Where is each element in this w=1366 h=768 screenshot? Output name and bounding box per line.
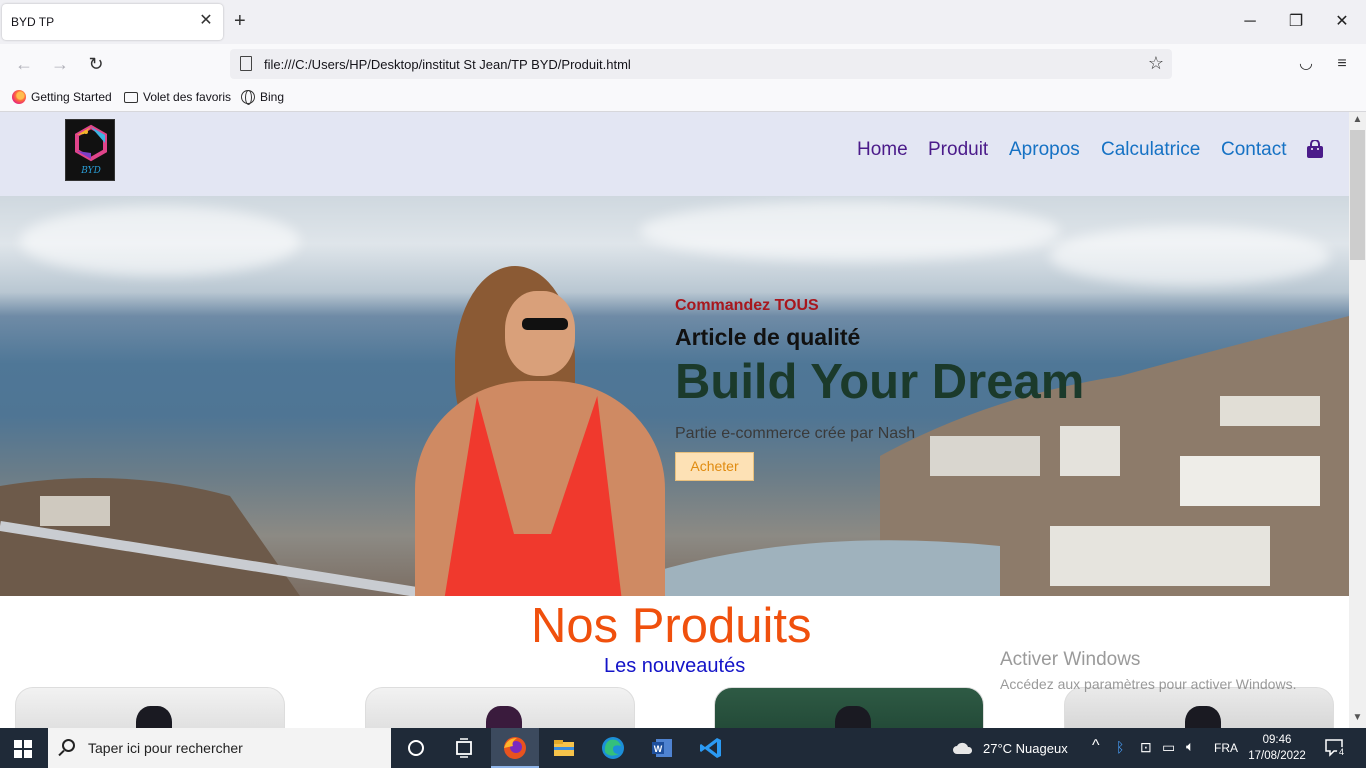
windows-taskbar: Taper ici pour rechercher W 27°C Nuageux… bbox=[0, 728, 1366, 768]
page-icon bbox=[240, 56, 252, 71]
product-image bbox=[835, 706, 871, 728]
buy-button[interactable]: Acheter bbox=[675, 452, 754, 481]
taskbar-search[interactable]: Taper ici pour rechercher bbox=[48, 728, 391, 768]
restore-icon[interactable]: ❐ bbox=[1284, 10, 1308, 34]
bookmark-label: Volet des favoris bbox=[143, 90, 232, 104]
hero-description: Partie e-commerce crée par Nash bbox=[675, 425, 916, 442]
clock-time: 09:46 bbox=[1262, 734, 1292, 746]
product-card[interactable] bbox=[15, 687, 285, 728]
windows-start-icon[interactable] bbox=[14, 740, 32, 758]
svg-text:W: W bbox=[654, 744, 663, 754]
site-header: BYD Home Produit Apropos Calculatrice Co… bbox=[0, 112, 1349, 196]
sunglasses bbox=[522, 318, 568, 330]
bookmark-getting-started[interactable]: Getting Started bbox=[12, 90, 112, 104]
bookmark-label: Bing bbox=[260, 90, 285, 104]
close-window-icon[interactable]: ✕ bbox=[1330, 10, 1354, 34]
bookmark-star-icon[interactable]: ☆ bbox=[1148, 53, 1164, 74]
bookmarks-bar: Getting Started Volet des favoris Bing bbox=[0, 84, 1366, 112]
scroll-thumb[interactable] bbox=[1350, 130, 1365, 260]
shopping-bag-icon[interactable] bbox=[1306, 140, 1324, 158]
cloud-weather-icon[interactable] bbox=[952, 740, 974, 756]
chevron-up-icon[interactable]: ^ bbox=[1092, 737, 1100, 755]
product-image bbox=[136, 706, 172, 728]
tab-title: BYD TP bbox=[11, 15, 55, 29]
task-view-icon[interactable] bbox=[450, 734, 478, 762]
minimize-icon[interactable]: ─ bbox=[1238, 10, 1262, 34]
page-viewport: BYD Home Produit Apropos Calculatrice Co… bbox=[0, 112, 1349, 728]
new-tab-icon[interactable]: + bbox=[234, 11, 246, 31]
taskbar-search-placeholder: Taper ici pour rechercher bbox=[88, 740, 243, 756]
reload-icon[interactable]: ↻ bbox=[84, 52, 108, 76]
battery-icon[interactable]: ▭ bbox=[1162, 739, 1175, 756]
nav-apropos[interactable]: Apropos bbox=[1009, 139, 1080, 161]
globe-icon bbox=[241, 90, 255, 105]
language-indicator[interactable]: FRA bbox=[1214, 741, 1238, 755]
pocket-icon[interactable]: ◡ bbox=[1296, 54, 1316, 74]
menu-icon[interactable]: ≡ bbox=[1332, 54, 1352, 74]
word-icon[interactable]: W bbox=[648, 734, 676, 762]
folder-icon bbox=[124, 91, 138, 103]
forward-icon[interactable]: → bbox=[48, 52, 72, 76]
nav-toolbar: ← → ↻ file:///C:/Users/HP/Desktop/instit… bbox=[0, 44, 1366, 84]
bookmark-favorites-folder[interactable]: Volet des favoris bbox=[124, 90, 231, 104]
url-text[interactable]: file:///C:/Users/HP/Desktop/institut St … bbox=[264, 57, 631, 72]
bluetooth-icon[interactable]: ᛒ bbox=[1116, 739, 1124, 755]
edge-icon[interactable] bbox=[599, 734, 627, 762]
logo-text: BYD bbox=[81, 166, 101, 176]
hero-banner: Commandez TOUS Article de qualité Build … bbox=[0, 196, 1349, 596]
windows-activation-title: Activer Windows bbox=[1000, 649, 1141, 670]
products-subtitle: Les nouveautés bbox=[604, 655, 746, 677]
hexagon-logo-icon bbox=[75, 124, 107, 162]
product-card[interactable] bbox=[365, 687, 635, 728]
vscode-icon[interactable] bbox=[697, 734, 725, 762]
browser-window: BYD TP ✕ + ─ ❐ ✕ ← → ↻ file:///C:/Users/… bbox=[0, 0, 1366, 728]
clock[interactable]: 09:46 17/08/2022 bbox=[1248, 732, 1306, 764]
product-card[interactable] bbox=[714, 687, 984, 728]
firefox-icon bbox=[12, 90, 26, 104]
bookmark-bing[interactable]: Bing bbox=[241, 90, 285, 105]
tab-close-icon[interactable]: ✕ bbox=[197, 12, 215, 30]
search-icon bbox=[62, 739, 75, 752]
page-scrollbar[interactable]: ▲ ▼ bbox=[1349, 112, 1366, 728]
hero-kicker: Commandez TOUS bbox=[675, 297, 819, 314]
product-image bbox=[1185, 706, 1221, 728]
nav-home[interactable]: Home bbox=[857, 139, 908, 161]
product-image bbox=[486, 706, 522, 728]
cortana-icon[interactable] bbox=[402, 734, 430, 762]
file-explorer-icon[interactable] bbox=[550, 734, 578, 762]
back-icon[interactable]: ← bbox=[12, 52, 36, 76]
windows-activation-text: Accédez aux paramètres pour activer Wind… bbox=[1000, 676, 1297, 692]
product-card[interactable] bbox=[1064, 687, 1334, 728]
tab-active[interactable]: BYD TP ✕ bbox=[2, 4, 223, 40]
scroll-down-icon[interactable]: ▼ bbox=[1349, 712, 1366, 723]
products-title: Nos Produits bbox=[531, 599, 812, 653]
network-icon[interactable]: ⊡ bbox=[1140, 739, 1152, 756]
url-bar[interactable]: file:///C:/Users/HP/Desktop/institut St … bbox=[230, 49, 1172, 79]
volume-icon[interactable]: 🔈︎ bbox=[1186, 738, 1194, 755]
notification-count: 4 bbox=[1337, 747, 1347, 757]
scroll-up-icon[interactable]: ▲ bbox=[1349, 114, 1366, 125]
hero-subtitle: Article de qualité bbox=[675, 324, 861, 350]
bookmark-label: Getting Started bbox=[31, 90, 112, 104]
site-logo[interactable]: BYD bbox=[65, 119, 115, 181]
hero-title: Build Your Dream bbox=[675, 355, 1085, 409]
tab-strip: BYD TP ✕ + ─ ❐ ✕ bbox=[0, 0, 1366, 44]
nav-contact[interactable]: Contact bbox=[1221, 139, 1286, 161]
firefox-taskbar-icon[interactable] bbox=[501, 734, 529, 762]
woman-face bbox=[505, 291, 575, 376]
clock-date: 17/08/2022 bbox=[1248, 750, 1306, 762]
weather-text[interactable]: 27°C Nuageux bbox=[983, 741, 1068, 756]
nav-produit[interactable]: Produit bbox=[928, 139, 988, 161]
nav-calculatrice[interactable]: Calculatrice bbox=[1101, 139, 1200, 161]
